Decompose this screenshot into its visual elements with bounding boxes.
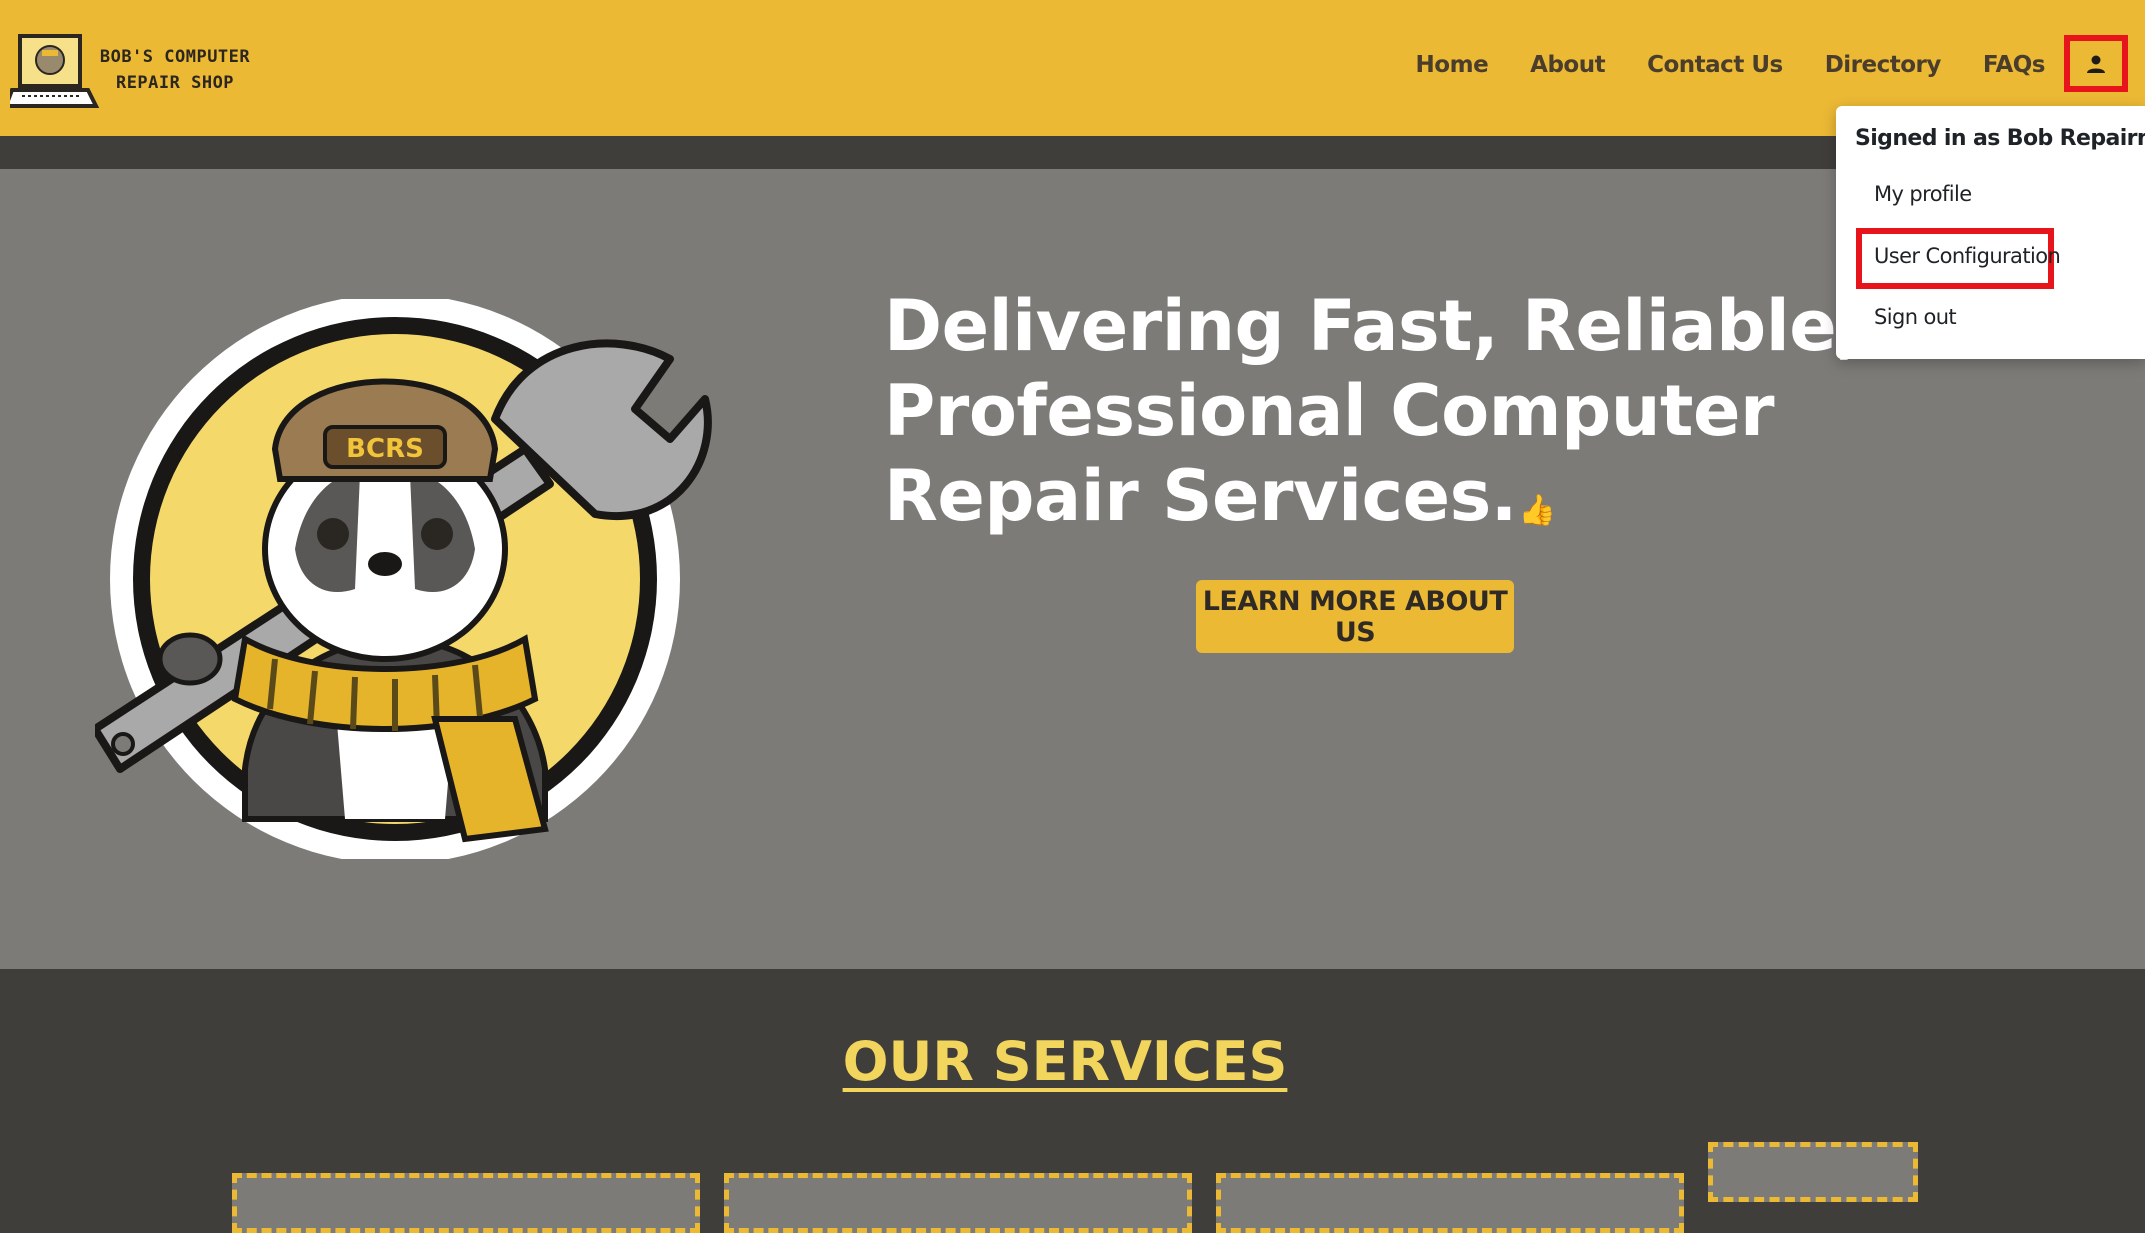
shop-logo[interactable]	[3, 32, 100, 112]
main-nav: Home About Contact Us Directory FAQs	[1416, 52, 2046, 78]
menu-item-my-profile[interactable]: My profile	[1874, 182, 1972, 206]
badger-mascot-image: BCRS	[91, 294, 715, 864]
shop-name[interactable]: BOB'S COMPUTER REPAIR SHOP	[90, 44, 260, 96]
user-menu-button[interactable]	[2064, 35, 2128, 92]
header-divider-strip	[0, 136, 2145, 169]
badger-mascot-illustration: BCRS	[91, 294, 712, 864]
shop-name-line2: REPAIR SHOP	[115, 73, 235, 93]
service-card[interactable]	[232, 1173, 700, 1233]
laptop-logo-icon	[3, 34, 100, 108]
signed-in-label: Signed in as Bob Repairman	[1855, 126, 2145, 151]
services-heading: OUR SERVICES	[842, 1030, 1288, 1093]
nav-faqs[interactable]: FAQs	[1983, 52, 2046, 78]
shop-name-line1: BOB'S COMPUTER	[99, 47, 251, 67]
nav-directory[interactable]: Directory	[1825, 52, 1942, 78]
nav-about[interactable]: About	[1530, 52, 1605, 78]
menu-item-user-configuration[interactable]: User Configuration	[1856, 228, 2061, 289]
thumbs-up-icon: 👍	[1518, 493, 1556, 528]
site-header: BOB'S COMPUTER REPAIR SHOP Home About Co…	[0, 0, 2145, 136]
user-dropdown-menu: Signed in as Bob Repairman My profile Us…	[1836, 106, 2145, 359]
service-card[interactable]	[1708, 1142, 1918, 1202]
person-icon	[2087, 55, 2105, 73]
nav-home[interactable]: Home	[1416, 52, 1489, 78]
learn-more-button[interactable]: LEARN MORE ABOUT US	[1196, 580, 1514, 653]
mascot-cap-text: BCRS	[346, 434, 424, 464]
service-card[interactable]	[1216, 1173, 1684, 1233]
service-card[interactable]	[724, 1173, 1192, 1233]
nav-contact-us[interactable]: Contact Us	[1647, 52, 1783, 78]
hero-section: BCRS Delivering Fast, Reliable, and Prof…	[0, 169, 2145, 969]
menu-item-sign-out[interactable]: Sign out	[1874, 305, 1957, 329]
